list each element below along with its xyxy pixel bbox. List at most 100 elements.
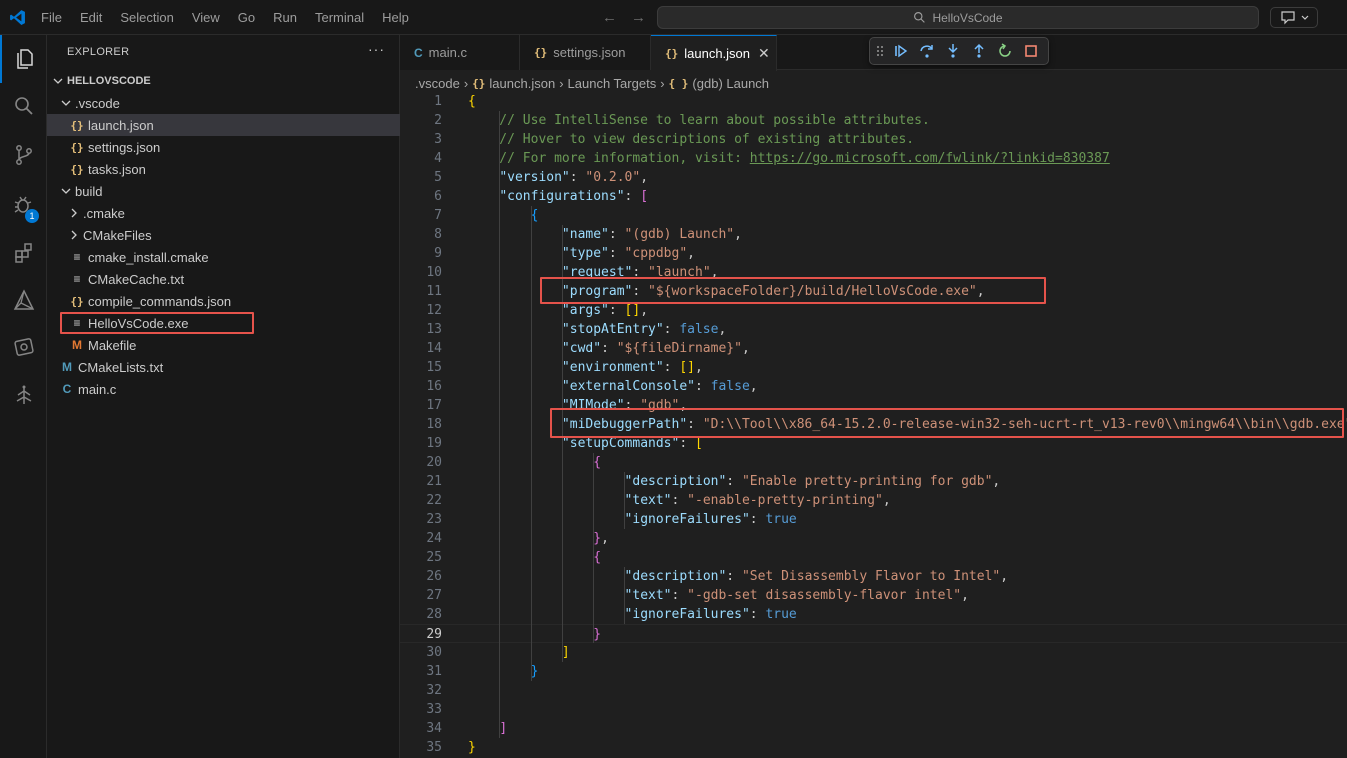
- chevron-down-icon[interactable]: [59, 184, 73, 198]
- code-line: 28 "ignoreFailures": true: [400, 605, 1347, 624]
- breadcrumb-item[interactable]: Launch Targets: [568, 76, 657, 91]
- step-over-button[interactable]: [918, 42, 936, 60]
- code-line: 13 "stopAtEntry": false,: [400, 320, 1347, 339]
- code-text: {: [468, 94, 476, 109]
- navigation-arrows: ← →: [602, 9, 646, 26]
- source-control-activity[interactable]: [0, 131, 47, 179]
- c-file-icon: C: [62, 382, 72, 396]
- line-number: 7: [434, 208, 442, 223]
- breadcrumb-item[interactable]: .vscode: [415, 76, 460, 91]
- continue-button[interactable]: [892, 42, 910, 60]
- tree-item[interactable]: build: [47, 180, 400, 202]
- tree-item[interactable]: .vscode: [47, 92, 400, 114]
- tab-settings-json[interactable]: {} settings.json: [520, 35, 651, 70]
- tree-item[interactable]: .cmake: [47, 202, 400, 224]
- tree-item[interactable]: Cmain.c: [47, 378, 400, 400]
- tab-launch-json[interactable]: {} launch.json ✕: [651, 35, 777, 71]
- code-text: "configurations": [: [499, 189, 649, 204]
- command-center-label: HelloVsCode: [932, 10, 1003, 25]
- tree-item[interactable]: CMakeFiles: [47, 224, 400, 246]
- chevron-down-icon[interactable]: [59, 96, 73, 110]
- code-text: "MIMode": "gdb",: [561, 398, 688, 413]
- code-line: 14 "cwd": "${fileDirname}",: [400, 339, 1347, 358]
- line-number: 33: [426, 702, 442, 717]
- tree-item-label: .vscode: [75, 95, 120, 111]
- debug-badge: 1: [25, 209, 39, 223]
- tree-item-label: main.c: [78, 381, 117, 397]
- cmake-activity[interactable]: [0, 276, 47, 324]
- step-out-button[interactable]: [970, 42, 988, 60]
- code-text: "text": "-gdb-set disassembly-flavor int…: [624, 588, 969, 603]
- search-activity[interactable]: [0, 82, 47, 130]
- code-line: 3 // Hover to view descriptions of exist…: [400, 130, 1347, 149]
- menu-help[interactable]: Help: [382, 10, 409, 25]
- restart-button[interactable]: [996, 42, 1014, 60]
- breadcrumb-item[interactable]: launch.json: [489, 76, 555, 91]
- chevron-down-icon: [1301, 15, 1308, 20]
- code-text: "environment": [],: [561, 360, 703, 375]
- chevron-right-icon[interactable]: [67, 228, 81, 242]
- testing-activity[interactable]: [0, 371, 47, 419]
- explorer-activity[interactable]: [0, 35, 47, 83]
- menu-edit[interactable]: Edit: [80, 10, 102, 25]
- line-number: 21: [426, 474, 442, 489]
- step-into-button[interactable]: [944, 42, 962, 60]
- tree-item[interactable]: {} settings.json: [47, 136, 400, 158]
- menu-view[interactable]: View: [192, 10, 220, 25]
- command-center[interactable]: HelloVsCode: [657, 6, 1259, 29]
- tree-item[interactable]: {} launch.json: [47, 114, 400, 136]
- close-icon[interactable]: ✕: [758, 45, 770, 62]
- tree-item[interactable]: {} compile_commands.json: [47, 290, 400, 312]
- menu-file[interactable]: File: [41, 10, 62, 25]
- line-number: 12: [426, 303, 442, 318]
- line-number: 10: [426, 265, 442, 280]
- tree-item[interactable]: ≡ HelloVsCode.exe: [47, 312, 400, 334]
- restart-icon: [999, 43, 1011, 57]
- chevron-down-icon[interactable]: [51, 74, 65, 88]
- step-into-icon: [948, 44, 958, 58]
- tree-item[interactable]: ≡ cmake_install.cmake: [47, 246, 400, 268]
- chevron-right-icon[interactable]: [67, 206, 81, 220]
- tree-item-label: .cmake: [83, 205, 125, 221]
- tree-item[interactable]: M CMakeLists.txt: [47, 356, 400, 378]
- line-number: 11: [426, 284, 442, 299]
- line-number: 29: [426, 627, 442, 642]
- menu-go[interactable]: Go: [238, 10, 255, 25]
- editor-tabs: C main.c {} settings.json {} launch.json…: [400, 35, 1347, 71]
- line-number: 2: [434, 113, 442, 128]
- remote-explorer-activity[interactable]: [0, 323, 47, 371]
- tab-main-c[interactable]: C main.c: [400, 35, 520, 70]
- stop-icon: [1025, 45, 1037, 57]
- tree-item[interactable]: {} tasks.json: [47, 158, 400, 180]
- tree-item-label: Makefile: [88, 337, 137, 353]
- indent-guide: [624, 567, 626, 624]
- tree-item[interactable]: ≡ CMakeCache.txt: [47, 268, 400, 290]
- code-text: "cwd": "${fileDirname}",: [561, 341, 750, 356]
- code-line: 2 // Use IntelliSense to learn about pos…: [400, 111, 1347, 130]
- back-arrow-icon[interactable]: ←: [602, 9, 617, 26]
- code-text: "request": "launch",: [561, 265, 719, 280]
- more-actions-icon[interactable]: ···: [368, 41, 385, 57]
- forward-arrow-icon[interactable]: →: [631, 9, 646, 26]
- code-text: "externalConsole": false,: [561, 379, 758, 394]
- tree-item-label: launch.json: [88, 117, 154, 133]
- json-file-icon: {}: [70, 162, 84, 176]
- menu-run[interactable]: Run: [273, 10, 297, 25]
- code-line: 16 "externalConsole": false,: [400, 377, 1347, 396]
- copilot-button[interactable]: [1270, 7, 1318, 28]
- code-text: "name": "(gdb) Launch",: [561, 227, 742, 242]
- drag-handle-icon[interactable]: [876, 44, 884, 58]
- code-line: 26 "description": "Set Disassembly Flavo…: [400, 567, 1347, 586]
- tree-item[interactable]: HELLOVSCODE: [47, 70, 400, 92]
- menu-terminal[interactable]: Terminal: [315, 10, 364, 25]
- code-line: 21 "description": "Enable pretty-printin…: [400, 472, 1347, 491]
- extensions-activity[interactable]: [0, 229, 47, 277]
- line-number: 32: [426, 683, 442, 698]
- debug-toolbar: [869, 37, 1049, 65]
- breadcrumb-item[interactable]: (gdb) Launch: [692, 76, 769, 91]
- files-icon: [16, 49, 33, 69]
- tree-item[interactable]: M Makefile: [47, 334, 400, 356]
- menu-selection[interactable]: Selection: [120, 10, 173, 25]
- stop-button[interactable]: [1022, 42, 1040, 60]
- run-debug-activity[interactable]: 1: [0, 181, 47, 229]
